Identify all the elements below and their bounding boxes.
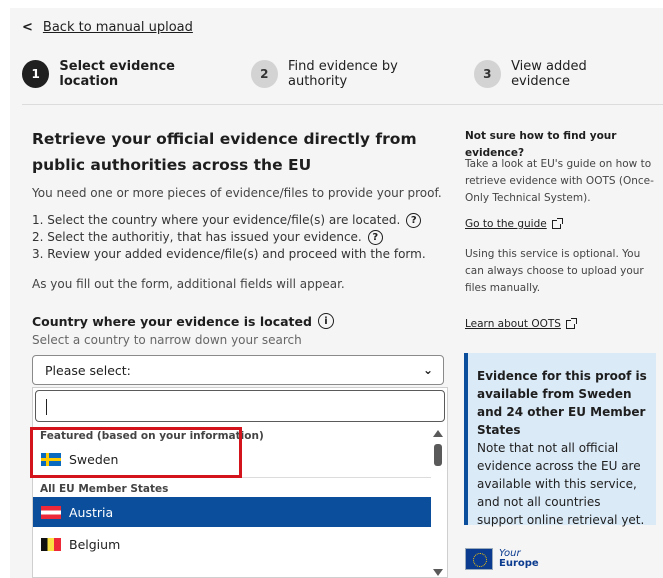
country-field-hint: Select a country to narrow down your sea… — [32, 333, 302, 347]
go-to-guide-label: Go to the guide — [465, 218, 547, 230]
list-item-text: 1. Select the country where your evidenc… — [32, 213, 401, 227]
option-label: Austria — [69, 504, 114, 520]
form-note: As you fill out the form, additional fie… — [32, 277, 345, 291]
back-to-manual-upload-link[interactable]: Back to manual upload — [43, 20, 193, 35]
list-item-text: 3. Review your added evidence/file(s) an… — [32, 247, 426, 261]
external-link-icon — [551, 218, 563, 229]
help-icon[interactable]: ? — [406, 213, 422, 228]
step-1: 1 Select evidence location — [22, 59, 235, 89]
side-help-text: Take a look at EU's guide on how to retr… — [465, 158, 654, 204]
list-item-text: 2. Select the authoritiy, that has issue… — [32, 230, 362, 244]
step-2-number: 2 — [250, 60, 278, 88]
scroll-thumb[interactable] — [434, 444, 442, 466]
country-search-input[interactable] — [35, 390, 445, 422]
logo-line-2: Europe — [499, 558, 539, 569]
info-icon[interactable]: i — [317, 313, 334, 329]
external-link-icon — [565, 318, 577, 329]
option-label: Belgium — [69, 536, 121, 552]
divider — [22, 104, 663, 105]
your-europe-logo: Your Europe — [465, 548, 539, 570]
step-3-label: View added evidence — [511, 59, 587, 89]
availability-info-box: Evidence for this proof is available fro… — [464, 353, 656, 527]
flag-belgium-icon — [41, 537, 61, 551]
chevron-down-icon: ⌄ — [422, 363, 433, 377]
page-title: Retrieve your official evidence directly… — [32, 130, 417, 174]
info-box-body: Note that not all official evidence acro… — [477, 441, 645, 527]
instruction-list: 1. Select the country where your evidenc… — [32, 212, 426, 263]
intro-text: You need one or more pieces of evidence/… — [32, 186, 442, 200]
text-cursor — [46, 399, 47, 415]
step-3-number: 3 — [473, 60, 502, 88]
go-to-guide-link[interactable]: Go to the guide — [465, 216, 563, 233]
step-2-label: Find evidence by authority — [288, 59, 398, 89]
step-3: 3 View added evidence — [473, 59, 647, 89]
chevron-left-icon: < — [22, 20, 33, 35]
country-select-value: Please select: — [45, 362, 131, 378]
flag-austria-icon — [41, 505, 61, 519]
learn-about-oots-label: Learn about OOTS — [465, 318, 561, 330]
country-select[interactable]: Please select: ⌄ — [32, 355, 444, 385]
country-field-label-text: Country where your evidence is located — [32, 313, 312, 329]
country-dropdown: Featured (based on your information) Swe… — [32, 387, 448, 578]
country-field-label: Country where your evidence is located i — [32, 313, 334, 329]
side-optional-text: Using this service is optional. You can … — [465, 248, 644, 294]
your-europe-text: Your Europe — [499, 549, 539, 569]
scroll-down-icon[interactable] — [433, 569, 443, 576]
all-states-group-label: All EU Member States — [40, 483, 169, 495]
option-belgium[interactable]: Belgium — [33, 529, 431, 559]
learn-about-oots-link[interactable]: Learn about OOTS — [465, 316, 577, 333]
stepper: 1 Select evidence location 2 Find eviden… — [22, 59, 663, 89]
eu-flag-icon — [465, 548, 493, 570]
back-link-row[interactable]: < Back to manual upload — [22, 20, 193, 35]
info-box-heading: Evidence for this proof is available fro… — [477, 369, 647, 437]
list-item: 1. Select the country where your evidenc… — [32, 212, 426, 229]
option-austria[interactable]: Austria — [33, 497, 431, 527]
step-1-number: 1 — [22, 60, 50, 88]
guide-link-row[interactable]: Go to the guide — [465, 216, 655, 233]
list-item: 2. Select the authoritiy, that has issue… — [32, 229, 426, 246]
list-item: 3. Review your added evidence/file(s) an… — [32, 246, 426, 263]
help-icon[interactable]: ? — [367, 230, 383, 245]
featured-highlight-box — [30, 427, 242, 478]
scroll-up-icon[interactable] — [433, 430, 443, 437]
oots-link-row[interactable]: Learn about OOTS — [465, 316, 655, 333]
dropdown-scrollbar[interactable] — [433, 430, 443, 576]
step-1-label: Select evidence location — [59, 59, 175, 89]
step-2: 2 Find evidence by authority — [250, 59, 458, 89]
